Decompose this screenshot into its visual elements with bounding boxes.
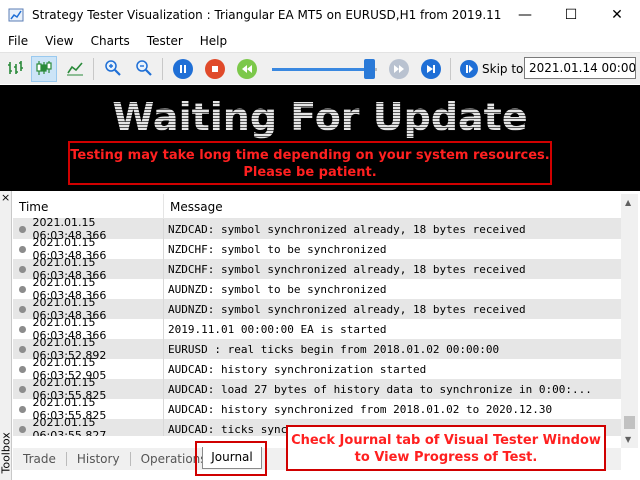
skip-to-label: Skip to bbox=[482, 62, 524, 76]
skip-to-button[interactable] bbox=[456, 56, 482, 82]
message-cell: NZDCHF: symbol synchronized already, 18 … bbox=[168, 262, 526, 276]
stop-button[interactable] bbox=[202, 56, 228, 82]
info-dot-icon bbox=[19, 305, 26, 313]
info-dot-icon bbox=[19, 425, 26, 433]
message-cell: EURUSD : real ticks begin from 2018.01.0… bbox=[168, 342, 500, 356]
rewind-icon bbox=[237, 59, 257, 79]
line-chart-icon bbox=[66, 59, 84, 80]
line-chart-button[interactable] bbox=[62, 56, 88, 82]
toolbar-separator bbox=[93, 58, 94, 80]
time-cell: 2021.01.15 06:03:55.827 bbox=[13, 416, 164, 436]
toolbox-label: Toolbox bbox=[0, 432, 13, 474]
menu-view[interactable]: View bbox=[37, 34, 82, 48]
banner-headline: Waiting For Update bbox=[0, 95, 640, 139]
journal-tab-highlight bbox=[195, 441, 267, 476]
scroll-down-icon[interactable]: ▼ bbox=[625, 435, 631, 444]
fast-forward-button bbox=[386, 56, 412, 82]
toolbar-separator bbox=[162, 58, 163, 80]
zoom-out-icon bbox=[135, 59, 153, 80]
speed-slider-fill bbox=[272, 68, 365, 71]
journal-table: Time Message 2021.01.15 06:03:48.366 NZDC… bbox=[13, 194, 621, 436]
info-dot-icon bbox=[19, 365, 26, 373]
toolbox-strip: × Toolbox bbox=[0, 191, 13, 480]
info-dot-icon bbox=[19, 225, 26, 233]
zoom-in-icon bbox=[104, 59, 122, 80]
info-dot-icon bbox=[19, 345, 26, 353]
skip-to-end-button[interactable] bbox=[418, 56, 444, 82]
message-cell: NZDCAD: symbol synchronized already, 18 … bbox=[168, 222, 526, 236]
column-header-time[interactable]: Time bbox=[13, 194, 164, 218]
info-dot-icon bbox=[19, 385, 26, 393]
candlestick-icon bbox=[35, 59, 53, 80]
skip-to-date-input[interactable]: 2021.01.14 00:00 bbox=[524, 57, 636, 79]
zoom-out-button[interactable] bbox=[131, 56, 157, 82]
title-bar: Strategy Tester Visualization : Triangul… bbox=[0, 0, 640, 30]
message-cell: 2019.11.01 00:00:00 EA is started bbox=[168, 322, 387, 336]
journal-tip: Check Journal tab of Visual Tester Windo… bbox=[286, 425, 606, 471]
rewind-button[interactable] bbox=[234, 56, 260, 82]
bar-chart-button[interactable] bbox=[2, 56, 28, 82]
time-text: 2021.01.15 06:03:55.827 bbox=[32, 416, 107, 436]
toolbar-separator bbox=[450, 58, 451, 80]
menu-bar: File View Charts Tester Help bbox=[0, 30, 640, 52]
pause-button[interactable] bbox=[170, 56, 196, 82]
close-button[interactable]: ✕ bbox=[594, 0, 640, 30]
message-cell: AUDNZD: symbol synchronized already, 18 … bbox=[168, 302, 526, 316]
info-dot-icon bbox=[19, 245, 26, 253]
message-cell: NZDCHF: symbol to be synchronized bbox=[168, 242, 387, 256]
info-dot-icon bbox=[19, 405, 26, 413]
message-cell: AUDNZD: symbol to be synchronized bbox=[168, 282, 387, 296]
toolbox-close-icon[interactable]: × bbox=[1, 191, 10, 204]
app-logo-icon bbox=[8, 7, 24, 23]
menu-charts[interactable]: Charts bbox=[83, 34, 139, 48]
tip-line-2: to View Progress of Test. bbox=[354, 450, 538, 465]
message-cell: AUDCAD: history synchronized from 2018.0… bbox=[168, 402, 553, 416]
tab-history[interactable]: History bbox=[67, 452, 131, 466]
scroll-up-icon[interactable]: ▲ bbox=[625, 198, 631, 207]
tab-trade[interactable]: Trade bbox=[13, 452, 67, 466]
info-dot-icon bbox=[19, 325, 26, 333]
speed-slider-track[interactable] bbox=[272, 68, 377, 71]
warning-line-1: Testing may take long time depending on … bbox=[70, 148, 550, 163]
skip-to-end-icon bbox=[421, 59, 441, 79]
zoom-in-button[interactable] bbox=[100, 56, 126, 82]
stop-icon bbox=[205, 59, 225, 79]
menu-file[interactable]: File bbox=[0, 34, 37, 48]
fast-forward-icon bbox=[389, 59, 409, 79]
menu-help[interactable]: Help bbox=[192, 34, 236, 48]
info-dot-icon bbox=[19, 285, 26, 293]
column-header-message[interactable]: Message bbox=[164, 194, 223, 218]
pause-icon bbox=[173, 59, 193, 79]
vertical-scrollbar[interactable]: ▲ ▼ bbox=[621, 194, 638, 448]
scrollbar-thumb[interactable] bbox=[624, 416, 635, 429]
window-title: Strategy Tester Visualization : Triangul… bbox=[32, 8, 502, 22]
patience-warning: Testing may take long time depending on … bbox=[68, 141, 552, 185]
minimize-button[interactable]: — bbox=[502, 0, 548, 30]
skip-to-icon bbox=[460, 60, 478, 78]
message-cell: AUDCAD: load 27 bytes of history data to… bbox=[168, 382, 592, 396]
message-cell: AUDCAD: history synchronization started bbox=[168, 362, 427, 376]
maximize-button[interactable]: ☐ bbox=[548, 0, 594, 30]
warning-line-2: Please be patient. bbox=[243, 165, 377, 180]
candlestick-button[interactable] bbox=[31, 56, 57, 82]
tip-line-1: Check Journal tab of Visual Tester Windo… bbox=[291, 433, 601, 448]
speed-slider-thumb[interactable] bbox=[364, 59, 375, 79]
table-body: 2021.01.15 06:03:48.366 NZDCAD: symbol sy… bbox=[13, 216, 621, 436]
info-dot-icon bbox=[19, 265, 26, 273]
menu-tester[interactable]: Tester bbox=[139, 34, 192, 48]
bar-chart-icon bbox=[6, 59, 24, 80]
